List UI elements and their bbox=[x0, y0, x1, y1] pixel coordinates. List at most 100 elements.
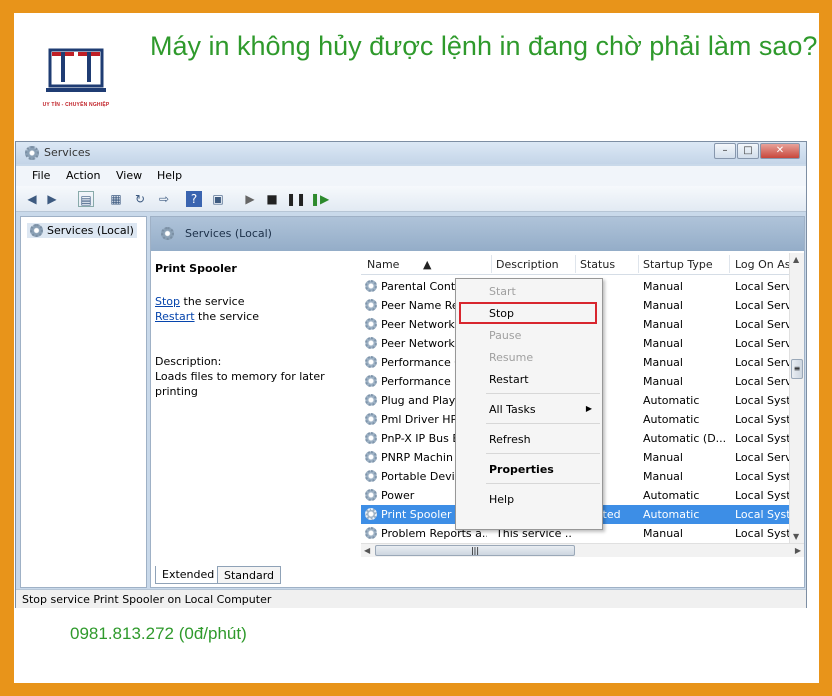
vertical-scroll-thumb[interactable]: ≡ bbox=[791, 359, 803, 379]
vertical-scrollbar[interactable]: ▲ ≡ ▼ bbox=[789, 253, 804, 543]
stop-highlight-box bbox=[459, 302, 597, 324]
cell-startup: Manual bbox=[643, 280, 683, 293]
cell-startup: Manual bbox=[643, 375, 683, 388]
service-gear-icon bbox=[365, 508, 377, 520]
column-startup-type[interactable]: Startup Type bbox=[643, 258, 713, 271]
console-icon[interactable]: ▣ bbox=[210, 191, 226, 207]
sort-ascending-icon: ▲ bbox=[423, 258, 432, 271]
menu-item-pause[interactable]: Pause bbox=[458, 326, 600, 346]
cell-startup: Automatic bbox=[643, 489, 700, 502]
menu-item-refresh[interactable]: Refresh bbox=[458, 430, 600, 450]
horizontal-scrollbar[interactable]: ◀ ||| ▶ bbox=[361, 543, 804, 557]
menu-item-all-tasks[interactable]: All Tasks ▶ bbox=[458, 400, 600, 420]
cell-logon: Local Servi bbox=[735, 280, 795, 293]
refresh-icon[interactable]: ↻ bbox=[132, 191, 148, 207]
menu-view[interactable]: View bbox=[116, 169, 142, 182]
service-title: Print Spooler bbox=[155, 262, 237, 275]
menu-separator bbox=[486, 393, 600, 394]
tab-standard[interactable]: Standard bbox=[217, 566, 282, 584]
cell-startup: Automatic bbox=[643, 394, 700, 407]
menu-item-properties[interactable]: Properties bbox=[458, 460, 600, 480]
column-description[interactable]: Description bbox=[496, 258, 559, 271]
menu-separator bbox=[486, 453, 600, 454]
menu-item-help[interactable]: Help bbox=[458, 490, 600, 510]
cell-startup: Automatic (D... bbox=[643, 432, 727, 445]
cell-logon: Local Syste bbox=[735, 432, 795, 445]
menu-item-resume[interactable]: Resume bbox=[458, 348, 600, 368]
cell-logon: Local Servi bbox=[735, 375, 795, 388]
restart-service-icon[interactable]: ❚▶ bbox=[310, 191, 329, 207]
forward-icon[interactable]: ▶ bbox=[44, 191, 60, 207]
menu-separator bbox=[486, 483, 600, 484]
start-service-icon[interactable]: ▶ bbox=[242, 191, 258, 207]
cell-startup: Manual bbox=[643, 299, 683, 312]
tree-item-label: Services (Local) bbox=[47, 224, 134, 237]
tab-extended[interactable]: Extended bbox=[155, 566, 222, 584]
tree-item-services-local[interactable]: Services (Local) bbox=[27, 223, 137, 238]
restart-link[interactable]: Restart bbox=[155, 310, 195, 323]
stop-link-suffix: the service bbox=[180, 295, 245, 308]
stop-link[interactable]: Stop bbox=[155, 295, 180, 308]
cell-logon: Local Syste bbox=[735, 489, 795, 502]
cell-logon: Local Servi bbox=[735, 451, 795, 464]
page-title: Máy in không hủy được lệnh in đang chờ p… bbox=[150, 31, 818, 61]
menu-separator bbox=[486, 423, 600, 424]
column-name[interactable]: Name bbox=[367, 258, 399, 271]
help-icon[interactable]: ? bbox=[186, 191, 202, 207]
horizontal-scroll-thumb[interactable]: ||| bbox=[375, 545, 575, 556]
maximize-button[interactable]: □ bbox=[737, 143, 759, 159]
minimize-button[interactable]: – bbox=[714, 143, 736, 159]
all-tasks-label: All Tasks bbox=[489, 403, 536, 416]
cell-logon: Local Syste bbox=[735, 413, 795, 426]
column-status[interactable]: Status bbox=[580, 258, 615, 271]
service-gear-icon bbox=[365, 337, 377, 349]
scroll-left-icon[interactable]: ◀ bbox=[364, 546, 370, 555]
cell-startup: Automatic bbox=[643, 413, 700, 426]
submenu-arrow-icon: ▶ bbox=[585, 404, 592, 413]
menu-action[interactable]: Action bbox=[66, 169, 100, 182]
column-log-on-as[interactable]: Log On As bbox=[735, 258, 791, 271]
cell-startup: Manual bbox=[643, 337, 683, 350]
cell-logon: Local Servi bbox=[735, 299, 795, 312]
service-gear-icon bbox=[365, 413, 377, 425]
service-gear-icon bbox=[365, 318, 377, 330]
properties-icon[interactable]: ▦ bbox=[108, 191, 124, 207]
menu-item-start[interactable]: Start bbox=[458, 282, 600, 302]
show-hide-tree-icon[interactable]: ▤ bbox=[78, 191, 94, 207]
title-bar: Services – □ ✕ bbox=[16, 142, 806, 164]
service-gear-icon bbox=[365, 394, 377, 406]
gear-icon bbox=[30, 224, 43, 237]
cell-startup: Manual bbox=[643, 318, 683, 331]
service-gear-icon bbox=[365, 451, 377, 463]
cell-logon: Local Syste bbox=[735, 470, 795, 483]
service-gear-icon bbox=[365, 432, 377, 444]
pause-service-icon[interactable]: ❚❚ bbox=[286, 191, 306, 207]
cell-startup: Manual bbox=[643, 470, 683, 483]
cell-logon: Local Servi bbox=[735, 337, 795, 350]
export-list-icon[interactable]: ⇨ bbox=[156, 191, 172, 207]
pane-title: Services (Local) bbox=[185, 227, 272, 240]
close-button[interactable]: ✕ bbox=[760, 143, 800, 159]
service-gear-icon bbox=[365, 375, 377, 387]
cell-startup: Automatic bbox=[643, 508, 700, 521]
service-gear-icon bbox=[365, 470, 377, 482]
scroll-down-icon[interactable]: ▼ bbox=[793, 532, 799, 541]
menu-file[interactable]: File bbox=[32, 169, 50, 182]
menu-item-restart[interactable]: Restart bbox=[458, 370, 600, 390]
menu-help[interactable]: Help bbox=[157, 169, 182, 182]
service-gear-icon bbox=[365, 527, 377, 539]
content-card: UY TÍN - CHUYÊN NGHIỆP Máy in không hủy … bbox=[14, 13, 819, 683]
context-menu: Start Stop Pause Resume Restart All Task… bbox=[455, 278, 603, 530]
brand-logo: UY TÍN - CHUYÊN NGHIỆP bbox=[38, 38, 114, 114]
service-gear-icon bbox=[365, 489, 377, 501]
scroll-right-icon[interactable]: ▶ bbox=[795, 546, 801, 555]
cell-logon: Local Syste bbox=[735, 508, 795, 521]
stop-service-icon[interactable]: ■ bbox=[264, 191, 280, 207]
toolbar: ◀ ▶ ▤ ▦ ↻ ⇨ ? ▣ ▶ ■ ❚❚ ❚▶ bbox=[16, 186, 806, 212]
cell-logon: Local Servi bbox=[735, 318, 795, 331]
cell-logon: Local Syste bbox=[735, 394, 795, 407]
back-icon[interactable]: ◀ bbox=[24, 191, 40, 207]
window-title: Services bbox=[44, 146, 91, 159]
description-label: Description: bbox=[155, 355, 222, 368]
scroll-up-icon[interactable]: ▲ bbox=[793, 255, 799, 264]
